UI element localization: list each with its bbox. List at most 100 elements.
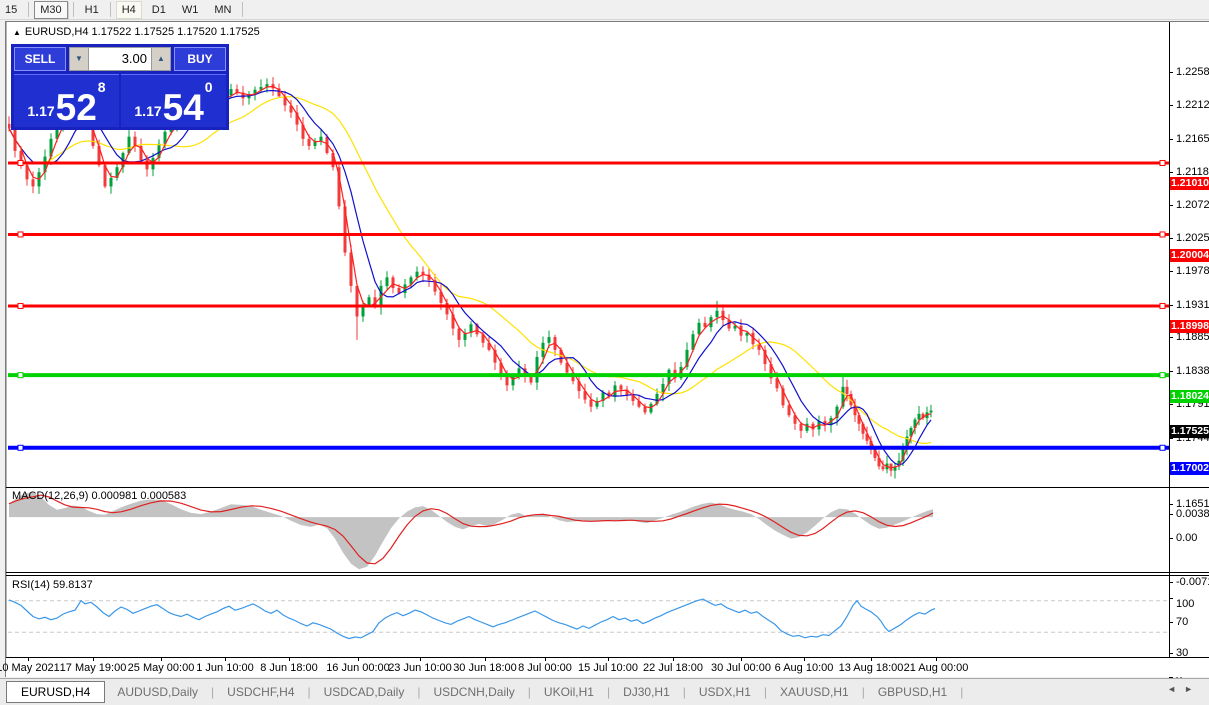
macd-axis-label: 0.00 xyxy=(1176,532,1209,544)
chart-tab-xauusd[interactable]: XAUUSD,H1 xyxy=(768,682,861,702)
tab-scroll-arrows[interactable]: ◄► xyxy=(1167,684,1201,694)
collapse-triangle-icon[interactable]: ▲ xyxy=(13,28,21,37)
hline-price-tag[interactable]: 1.17002 xyxy=(1170,462,1209,475)
price-axis-label: 1.22580 xyxy=(1176,66,1209,78)
buy-price-pip: 0 xyxy=(205,79,213,95)
rsi-label: RSI(14) 59.8137 xyxy=(12,579,93,591)
time-axis-label: 16 Jun 00:00 xyxy=(326,662,390,674)
axis-border xyxy=(1169,22,1170,657)
candle xyxy=(662,378,665,401)
price-axis-label: 1.20720 xyxy=(1176,199,1209,211)
chart-tab-eurusd[interactable]: EURUSD,H4 xyxy=(6,681,105,703)
timeframe-button-h4[interactable]: H4 xyxy=(116,1,142,19)
tab-separator: | xyxy=(308,685,311,699)
macd-axis-label: -0.00719 xyxy=(1176,576,1209,588)
ma-slow-line xyxy=(9,97,931,444)
hline-handle[interactable] xyxy=(1160,303,1165,308)
chart-tab-gbpusd[interactable]: GBPUSD,H1 xyxy=(866,682,959,702)
candle xyxy=(894,462,897,478)
candle xyxy=(470,321,473,337)
timeframe-button-15[interactable]: 15 xyxy=(0,1,23,19)
volume-input[interactable]: 3.00 xyxy=(89,47,151,71)
hline-handle[interactable] xyxy=(18,373,23,378)
tab-scroll-right-icon[interactable]: ► xyxy=(1184,684,1201,694)
rsi-pane[interactable] xyxy=(8,577,1169,657)
candle xyxy=(248,91,251,104)
toolbar-separator xyxy=(242,2,243,17)
timeframe-button-m30[interactable]: M30 xyxy=(34,1,67,19)
volume-up-button[interactable]: ▲ xyxy=(151,47,171,71)
pane-separator[interactable] xyxy=(6,487,1209,488)
time-axis-tick xyxy=(161,658,162,661)
sell-button[interactable]: SELL xyxy=(14,47,66,71)
hline-handle[interactable] xyxy=(1160,445,1165,450)
sell-price-display[interactable]: 1.17 52 8 xyxy=(14,74,119,127)
chart-tab-audusd[interactable]: AUDUSD,Daily xyxy=(105,682,210,702)
candle xyxy=(494,345,497,371)
toolbar-separator xyxy=(28,2,29,17)
hline-handle[interactable] xyxy=(1160,160,1165,165)
timeframe-button-w1[interactable]: W1 xyxy=(176,1,205,19)
time-axis-tick xyxy=(225,658,226,661)
chart-tab-dj30[interactable]: DJ30,H1 xyxy=(611,682,682,702)
candle xyxy=(134,131,137,151)
tab-separator: | xyxy=(764,685,767,699)
candle xyxy=(44,149,47,179)
hline-handle[interactable] xyxy=(1160,373,1165,378)
hline-handle[interactable] xyxy=(18,232,23,237)
time-axis-tick xyxy=(741,658,742,661)
timeframe-button-mn[interactable]: MN xyxy=(208,1,237,19)
chart-tab-bar: EURUSD,H4AUDUSD,Daily|USDCHF,H4|USDCAD,D… xyxy=(0,678,1209,705)
candle xyxy=(890,464,893,477)
candle xyxy=(632,389,635,405)
hline-handle[interactable] xyxy=(1160,232,1165,237)
time-axis-label: 10 May 2021 xyxy=(0,662,60,674)
sell-price-pip: 8 xyxy=(98,79,106,95)
candle xyxy=(620,384,623,395)
candle xyxy=(584,384,587,404)
candle xyxy=(356,286,359,340)
time-axis-tick xyxy=(545,658,546,661)
time-axis-tick xyxy=(485,658,486,661)
window-edge xyxy=(6,22,7,676)
candle xyxy=(458,326,461,347)
time-axis-label: 6 Aug 10:00 xyxy=(775,662,834,674)
hline-handle[interactable] xyxy=(18,160,23,165)
pane-separator[interactable] xyxy=(6,575,1209,576)
candle xyxy=(464,329,467,347)
time-axis-label: 22 Jul 18:00 xyxy=(643,662,703,674)
time-axis-label: 21 Aug 00:00 xyxy=(904,662,969,674)
candle xyxy=(668,368,671,391)
chart-tab-usdx[interactable]: USDX,H1 xyxy=(687,682,763,702)
buy-button[interactable]: BUY xyxy=(174,47,226,71)
chart-tab-usdcnh[interactable]: USDCNH,Daily xyxy=(421,682,526,702)
timeframe-button-d1[interactable]: D1 xyxy=(146,1,172,19)
candle xyxy=(898,453,901,470)
chart-tab-usdchf[interactable]: USDCHF,H4 xyxy=(215,682,306,702)
hline-price-tag[interactable]: 1.18998 xyxy=(1170,320,1209,333)
time-axis: 10 May 202117 May 19:0025 May 00:001 Jun… xyxy=(6,658,1209,677)
price-axis-label: 1.19310 xyxy=(1176,299,1209,311)
chart-tab-ukoil[interactable]: UKOil,H1 xyxy=(532,682,606,702)
hline-price-tag[interactable]: 1.21010 xyxy=(1170,177,1209,190)
tab-scroll-left-icon[interactable]: ◄ xyxy=(1167,684,1184,694)
pane-separator[interactable] xyxy=(6,572,1209,573)
volume-down-button[interactable]: ▼ xyxy=(69,47,89,71)
time-axis-label: 8 Jul 00:00 xyxy=(518,662,572,674)
candle xyxy=(812,422,815,437)
hline-price-tag[interactable]: 1.20004 xyxy=(1170,249,1209,262)
hline-handle[interactable] xyxy=(18,303,23,308)
timeframe-button-h1[interactable]: H1 xyxy=(79,1,105,19)
time-axis-label: 1 Jun 10:00 xyxy=(196,662,254,674)
buy-price-display[interactable]: 1.17 54 0 xyxy=(121,74,226,127)
time-axis-tick xyxy=(804,658,805,661)
hline-price-tag[interactable]: 1.18024 xyxy=(1170,390,1209,403)
tab-separator: | xyxy=(528,685,531,699)
candle xyxy=(302,117,305,146)
time-axis-label: 8 Jun 18:00 xyxy=(260,662,318,674)
candle xyxy=(296,105,299,131)
buy-price-big: 54 xyxy=(163,90,204,125)
time-axis-label: 15 Jul 10:00 xyxy=(578,662,638,674)
chart-tab-usdcad[interactable]: USDCAD,Daily xyxy=(312,682,417,702)
hline-handle[interactable] xyxy=(18,445,23,450)
